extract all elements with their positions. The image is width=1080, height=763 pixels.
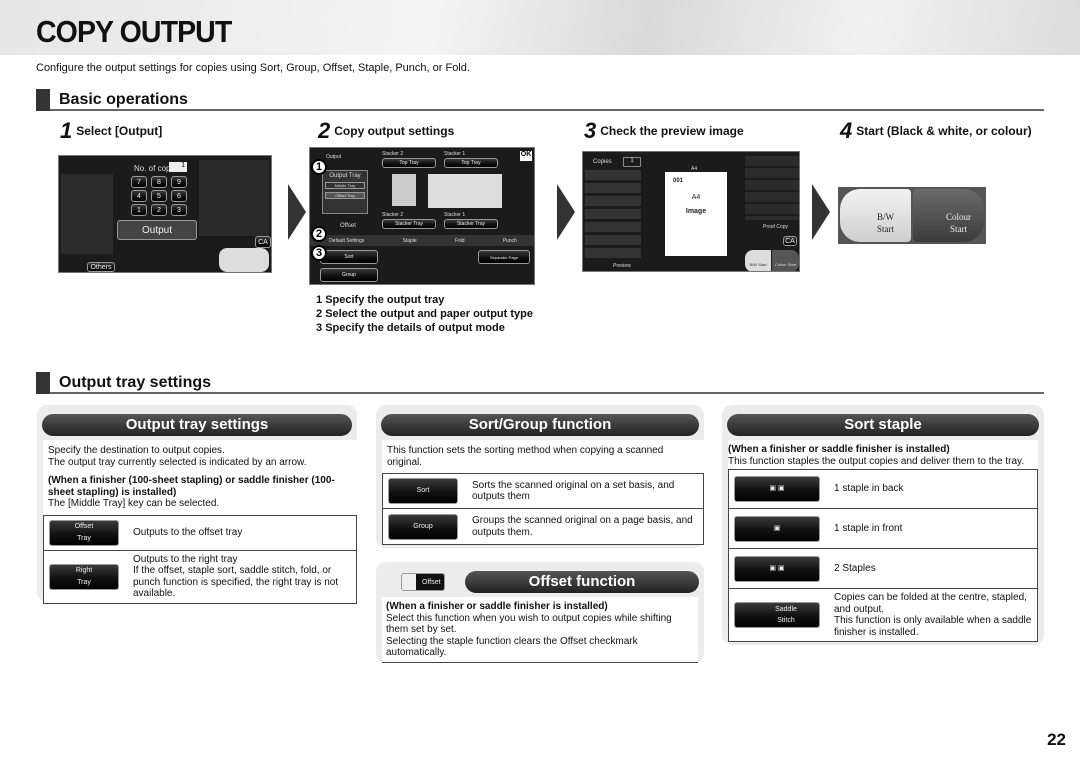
saddle-stitch-button[interactable]: Saddle Stitch (734, 602, 820, 628)
right-tray-button[interactable]: Right Tray (49, 563, 119, 590)
panel-sort-group: Sort/Group function This function sets t… (376, 405, 704, 548)
page-title: COPY OUTPUT (36, 14, 232, 49)
intro-text: Configure the output settings for copies… (36, 62, 470, 74)
row-saddle-stitch: Saddle Stitch Copies can be folded at the … (728, 589, 1038, 642)
staple-back-button[interactable]: ▣ ▣ (734, 476, 820, 502)
arrow-right-icon (557, 184, 575, 240)
arrow-right-icon (288, 184, 306, 240)
section-output-tray-settings: Output tray settings (36, 372, 1044, 394)
step-1: 1 Select [Output] (60, 118, 163, 143)
bw-start-key[interactable]: B/W Start (840, 189, 911, 242)
step-3: 3 Check the preview image (584, 118, 744, 143)
output-key[interactable]: Output (117, 220, 197, 240)
screen-preview: Copies 1 A4 001 A4 Image Proof Copy CA B… (582, 151, 800, 272)
section-basic-operations: Basic operations (36, 89, 1044, 111)
sort-button[interactable]: Sort (388, 478, 458, 504)
step-4: 4 Start (Black & white, or colour) (840, 118, 1032, 143)
row-sort: Sort Sorts the scanned original on a set … (382, 473, 704, 509)
staple-front-button[interactable]: ▣ (734, 515, 820, 542)
panel-output-tray: Output tray settings Specify the destina… (37, 405, 357, 604)
row-staple-front: ▣ 1 staple in front (728, 509, 1038, 549)
group-button[interactable]: Group (388, 513, 458, 540)
start-keys-image: B/W Start Colour Start (838, 187, 986, 244)
colour-start-key[interactable]: Colour Start (913, 189, 984, 242)
step-2: 2 Copy output settings (318, 118, 455, 143)
row-staple-back: ▣ ▣ 1 staple in back (728, 469, 1038, 509)
two-staples-button[interactable]: ▣ ▣ (734, 555, 820, 582)
row-group: Group Groups the scanned original on a pa… (382, 509, 704, 545)
offset-tray-button[interactable]: Offset Tray (49, 519, 119, 546)
arrow-right-icon (812, 184, 830, 240)
screen-select-output: No. of copies 1 7 8 9 4 5 6 1 2 3 Output… (58, 155, 272, 273)
screen-output-settings: Output OK Stacker 2 Stacker 1 Top Tray T… (309, 147, 535, 285)
substep-list: 1 Specify the output tray 2 Select the o… (316, 294, 533, 334)
panel-sort-staple: Sort staple (When a finisher or saddle f… (722, 405, 1044, 645)
row-offset-tray: Offset Tray Outputs to the offset tray (43, 514, 357, 551)
offset-checkbox-button[interactable]: Offset (401, 573, 445, 591)
panel-offset: Offset Offset function (When a finisher … (376, 562, 704, 663)
row-right-tray: Right Tray Outputs to the right tray If the… (43, 550, 357, 604)
page-number: 22 (1047, 730, 1066, 749)
row-two-staples: ▣ ▣ 2 Staples (728, 549, 1038, 589)
